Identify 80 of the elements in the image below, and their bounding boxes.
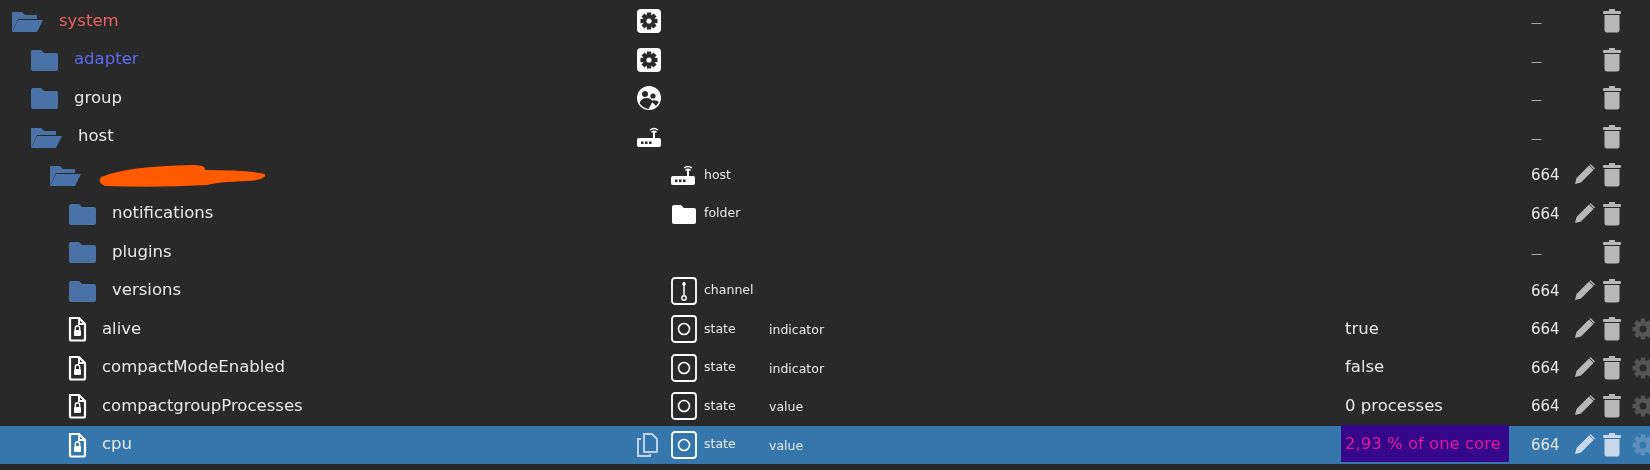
type-label: state [704, 435, 736, 454]
rights-text: 664 [1531, 320, 1560, 339]
rights-text: — [1531, 93, 1542, 107]
value-text: true [1345, 318, 1379, 338]
node-name: alive [102, 317, 142, 340]
folder-icon [67, 278, 97, 303]
type-label: state [704, 358, 736, 377]
delete-icon[interactable] [1602, 239, 1622, 266]
type-label: state [704, 396, 736, 415]
locked-file-icon [67, 316, 87, 343]
people-icon [636, 85, 662, 112]
node-name: plugins [112, 240, 172, 263]
type-label: host [704, 165, 731, 184]
highlighted-value: 2,93 % of one core [1341, 425, 1509, 463]
rights-text: 664 [1531, 358, 1560, 377]
role-label: value [769, 437, 804, 453]
folder-icon [29, 86, 59, 111]
folder-icon [67, 240, 97, 265]
node-name: adapter [74, 48, 139, 71]
tree-row[interactable]: host 664 [0, 156, 1650, 195]
state-icon [670, 430, 698, 459]
tree-row[interactable]: group — [0, 79, 1650, 118]
tree-row[interactable]: system — [0, 2, 1650, 41]
delete-icon[interactable] [1602, 200, 1622, 227]
node-name: group [74, 86, 122, 109]
value-text: false [1345, 357, 1385, 377]
tree-row[interactable]: alive state indicator true 664 [0, 310, 1650, 349]
rights-text: 664 [1531, 397, 1560, 416]
delete-icon[interactable] [1602, 354, 1622, 381]
locked-file-icon [67, 431, 87, 458]
delete-icon[interactable] [1602, 46, 1622, 73]
folder-icon [67, 201, 97, 226]
value-text: 0 processes [1345, 395, 1443, 415]
role-label: value [769, 399, 804, 415]
settings-icon [636, 8, 662, 35]
locked-file-icon [67, 354, 87, 381]
folder-icon [29, 47, 59, 72]
rights-text: — [1531, 247, 1542, 261]
tree-row[interactable]: versions channel 664 [0, 271, 1650, 310]
delete-icon[interactable] [1602, 277, 1622, 304]
node-name: cpu [102, 433, 132, 456]
delete-icon[interactable] [1602, 8, 1622, 35]
tree-row[interactable]: adapter — [0, 40, 1650, 79]
rights-text: — [1531, 54, 1542, 68]
delete-icon[interactable] [1602, 123, 1622, 150]
tree-row[interactable]: compactgroupProcesses state value 0 processes 664 [0, 387, 1650, 426]
rights-text: — [1531, 131, 1542, 145]
tree-row[interactable]: plugins — [0, 233, 1650, 272]
role-label: indicator [769, 360, 825, 376]
channel-icon [670, 276, 698, 305]
node-name: notifications [112, 202, 214, 225]
copy-icon[interactable] [636, 431, 658, 458]
delete-icon[interactable] [1602, 431, 1622, 458]
state-icon [670, 392, 698, 421]
delete-icon[interactable] [1602, 316, 1622, 343]
type-label: channel [704, 281, 754, 300]
type-label: folder [704, 204, 741, 223]
rights-text: 664 [1531, 166, 1560, 185]
tree-row[interactable]: compactModeEnabled state indicator false 664 [0, 348, 1650, 387]
node-name: system [59, 9, 119, 32]
state-icon [670, 315, 698, 344]
delete-icon[interactable] [1602, 85, 1622, 112]
rights-text: 664 [1531, 281, 1560, 300]
rights-text: — [1531, 16, 1542, 30]
state-icon [670, 353, 698, 382]
rights-text: 664 [1531, 435, 1560, 454]
tree-row[interactable]: notifications folder 664 [0, 194, 1650, 233]
node-name: host [78, 125, 114, 148]
delete-icon[interactable] [1602, 393, 1622, 420]
type-label: state [704, 319, 736, 338]
tree-row[interactable]: cpu state value 2,93 % of one core 664 [0, 425, 1650, 464]
node-name: compactgroupProcesses [102, 394, 303, 417]
locked-file-icon [67, 393, 87, 420]
node-name: versions [112, 279, 182, 302]
delete-icon[interactable] [1602, 162, 1622, 189]
settings-icon [636, 46, 662, 73]
rights-text: 664 [1531, 204, 1560, 223]
role-label: indicator [769, 322, 825, 338]
tree-row[interactable]: host — [0, 117, 1650, 156]
node-name: compactModeEnabled [102, 356, 285, 379]
